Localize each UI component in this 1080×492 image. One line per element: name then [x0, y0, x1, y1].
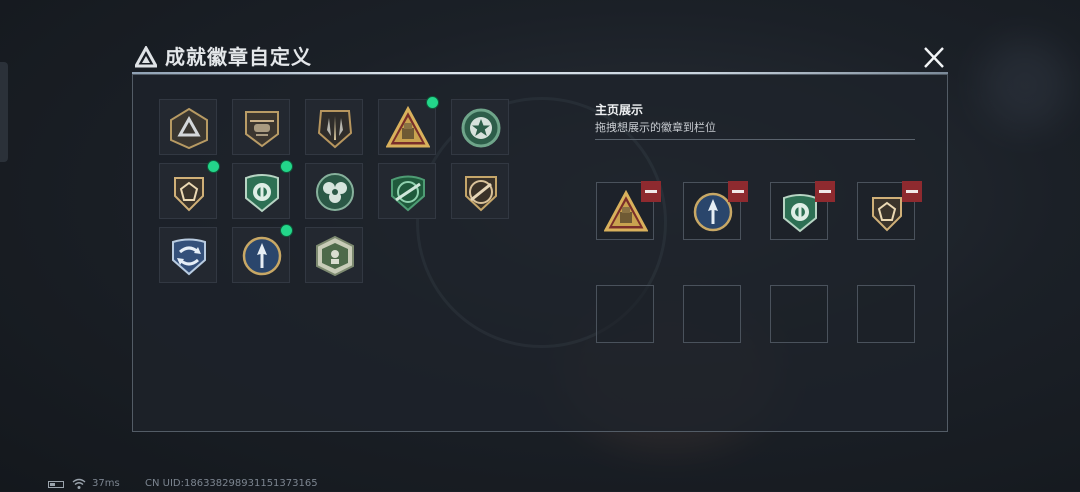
badge-slot-triangle-logo[interactable] — [159, 99, 217, 155]
badge-slot-blue-arrows[interactable] — [159, 227, 217, 283]
uid-text: CN UID:186338298931151373165 — [145, 478, 318, 489]
showcase-divider — [595, 139, 915, 140]
triangle-logo-icon — [135, 46, 157, 68]
new-indicator-dot — [280, 160, 293, 173]
new-indicator-dot — [426, 96, 439, 109]
jets-badge-icon — [317, 110, 353, 149]
showcase-slot-empty[interactable] — [770, 285, 828, 343]
showcase-subtitle: 拖拽想展示的徽章到栏位 — [595, 121, 716, 134]
blue-arrows-badge-icon — [172, 238, 206, 276]
page-title: 成就徽章自定义 — [165, 45, 312, 69]
badge-slot-gold-gem[interactable] — [159, 160, 220, 219]
badge-slot-green-emblem[interactable] — [305, 227, 363, 283]
badge-slot-jets[interactable] — [305, 99, 363, 155]
badge-slot-green-star[interactable] — [451, 99, 509, 155]
badge-slot-helicopter[interactable] — [232, 99, 290, 155]
close-button[interactable] — [918, 44, 950, 72]
showcase-slot-empty[interactable] — [857, 285, 915, 343]
helicopter-badge-icon — [245, 111, 279, 148]
badge-slot-blue-arrow[interactable] — [232, 224, 293, 283]
showcase-slot-blue-arrow[interactable] — [683, 181, 748, 240]
showcase-slot-empty[interactable] — [683, 285, 741, 343]
showcase-slot-crate-warning[interactable] — [596, 181, 661, 240]
green-star-badge-icon — [461, 108, 501, 148]
wifi-icon — [72, 478, 86, 489]
remove-badge-button[interactable] — [641, 181, 661, 202]
new-indicator-dot — [280, 224, 293, 237]
badge-slot-green-shield[interactable] — [232, 160, 293, 219]
background-blur — [980, 40, 1070, 130]
triangle-logo-badge-icon — [170, 107, 208, 150]
ping-text: 37ms — [92, 478, 120, 489]
showcase-slot-green-shield[interactable] — [770, 181, 835, 240]
badge-slot-green-roses[interactable] — [305, 163, 363, 219]
crate-warning-badge-icon — [386, 106, 430, 148]
remove-badge-button[interactable] — [728, 181, 748, 202]
badge-panel: 主页展示 拖拽想展示的徽章到栏位 — [132, 74, 948, 432]
gold-rifle-badge-icon — [465, 176, 497, 212]
dialog-header: 成就徽章自定义 — [132, 42, 948, 76]
badge-slot-green-rifle[interactable] — [378, 163, 436, 219]
blue-arrow-badge-icon — [242, 236, 282, 276]
showcase-slot-gold-gem[interactable] — [857, 181, 922, 240]
showcase-slot-empty[interactable] — [596, 285, 654, 343]
gold-gem-badge-icon — [174, 177, 204, 212]
green-emblem-badge-icon — [316, 235, 354, 277]
new-indicator-dot — [207, 160, 220, 173]
battery-icon — [48, 481, 64, 488]
green-rifle-badge-icon — [391, 175, 425, 212]
side-handle[interactable] — [0, 62, 8, 162]
remove-badge-button[interactable] — [815, 181, 835, 202]
green-roses-badge-icon — [316, 173, 354, 211]
badge-slot-gold-rifle[interactable] — [451, 163, 509, 219]
close-icon — [924, 47, 944, 68]
green-shield-badge-icon — [245, 174, 279, 213]
remove-badge-button[interactable] — [902, 181, 922, 202]
badge-slot-crate-warning[interactable] — [378, 96, 439, 155]
showcase-title: 主页展示 — [595, 103, 644, 117]
